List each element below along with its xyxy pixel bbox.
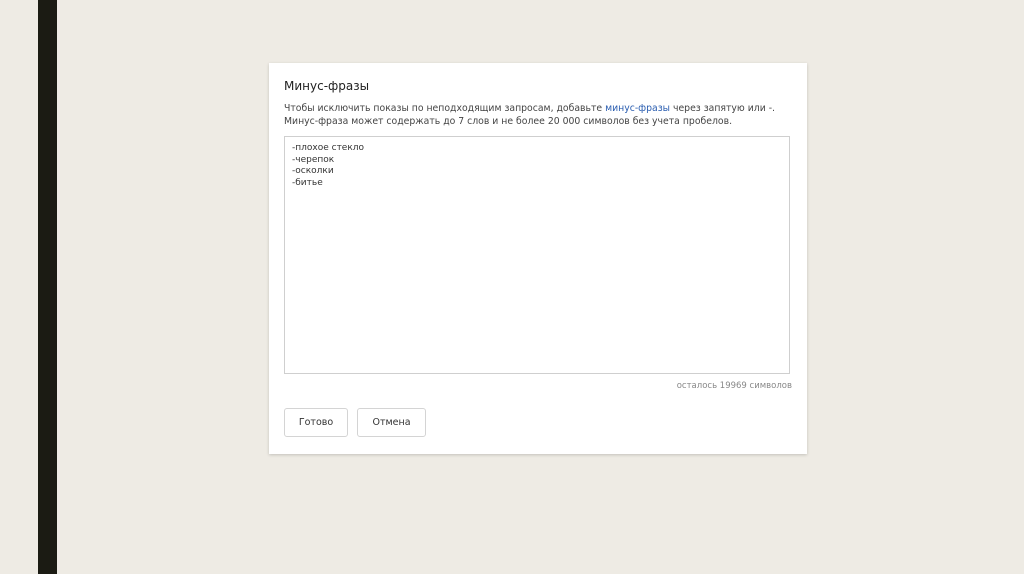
cancel-button[interactable]: Отмена (357, 408, 426, 437)
description-line2: Минус-фраза может содержать до 7 слов и … (284, 116, 733, 127)
description-text: Чтобы исключить показы по неподходящим з… (284, 103, 606, 114)
minus-phrases-dialog: Минус-фразы Чтобы исключить показы по не… (269, 63, 807, 454)
dialog-description: Чтобы исключить показы по неподходящим з… (284, 102, 799, 128)
minus-phrases-textarea[interactable] (284, 136, 790, 374)
characters-remaining: осталось 19969 символов (676, 381, 792, 391)
dialog-title: Минус-фразы (284, 79, 370, 93)
description-text-end: через запятую или -. (670, 103, 776, 114)
left-dark-bar (38, 0, 57, 574)
done-button[interactable]: Готово (284, 408, 348, 437)
minus-phrases-link[interactable]: минус-фразы (605, 103, 670, 114)
